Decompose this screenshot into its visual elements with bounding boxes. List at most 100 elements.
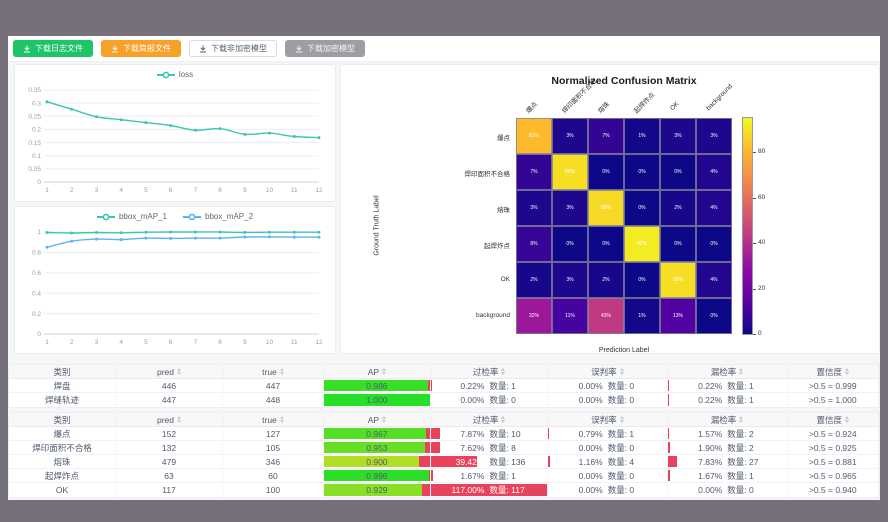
data-point bbox=[169, 237, 172, 240]
download-log-file-button[interactable]: 下载日志文件 bbox=[13, 40, 93, 57]
sort-caret-icon[interactable] bbox=[501, 368, 505, 375]
x-tick-label: 11 bbox=[291, 187, 298, 194]
x-tick-label: 2 bbox=[70, 187, 74, 194]
rate-percent: 1.67% bbox=[668, 471, 723, 481]
rate-text: 117.00%数量: 117 bbox=[431, 484, 547, 496]
sort-caret-icon[interactable] bbox=[280, 416, 284, 423]
cell-miss-rate: 1.57%数量: 2 bbox=[668, 427, 788, 440]
sort-caret-icon[interactable] bbox=[382, 368, 386, 375]
data-point bbox=[293, 135, 296, 138]
matrix-cell-value: 0% bbox=[674, 241, 681, 247]
sort-caret-icon[interactable] bbox=[739, 368, 743, 375]
sort-asc-icon bbox=[382, 368, 386, 371]
legend-item-bbox_mAP_2[interactable]: bbox_mAP_2 bbox=[183, 212, 253, 221]
matrix-cell: 89% bbox=[552, 154, 588, 190]
column-header-over-rate[interactable]: 过检率 bbox=[431, 365, 548, 378]
colorbar-tick-label: 80 bbox=[758, 148, 765, 155]
y-tick-label: 0.6 bbox=[32, 270, 41, 277]
matrix-cell: 3% bbox=[516, 190, 552, 226]
column-header-pred[interactable]: pred bbox=[116, 413, 223, 426]
rate-text: 1.67% 数量: 1 bbox=[668, 470, 787, 482]
rate-percent: 1.57% bbox=[668, 429, 723, 439]
legend-label: loss bbox=[179, 70, 193, 79]
sort-caret-icon[interactable] bbox=[845, 368, 849, 375]
rate-percent: 1.16% bbox=[548, 457, 602, 467]
loss-chart-card: loss00.050.10.150.20.250.30.351234567891… bbox=[14, 64, 336, 202]
column-header-label: AP bbox=[368, 415, 379, 425]
matrix-cell: 2% bbox=[660, 190, 696, 226]
rate-count: 数量: 0 bbox=[608, 380, 667, 392]
sort-caret-icon[interactable] bbox=[382, 416, 386, 423]
download-unencrypted-model-button[interactable]: 下载非加密模型 bbox=[189, 40, 277, 57]
column-header-confidence[interactable]: 置信度 bbox=[788, 365, 879, 378]
rate-text: 0.00%数量: 0 bbox=[548, 442, 666, 454]
rate-count: 数量: 0 bbox=[608, 442, 667, 454]
matrix-cell: 7% bbox=[588, 118, 624, 154]
colorbar-tick-mark bbox=[753, 243, 756, 244]
y-tick-label: 0.15 bbox=[28, 140, 41, 147]
sort-caret-icon[interactable] bbox=[739, 416, 743, 423]
sort-caret-icon[interactable] bbox=[280, 368, 284, 375]
cell-misjudge-rate: 0.00%数量: 0 bbox=[548, 393, 667, 407]
column-header-confidence[interactable]: 置信度 bbox=[788, 413, 879, 426]
sort-caret-icon[interactable] bbox=[620, 368, 624, 375]
sort-caret-icon[interactable] bbox=[501, 416, 505, 423]
sort-caret-icon[interactable] bbox=[177, 368, 181, 375]
column-header-over-rate[interactable]: 过检率 bbox=[431, 413, 548, 426]
toolbar: 下载日志文件下载简报文件下载非加密模型下载加密模型 bbox=[8, 36, 880, 62]
column-header-pred[interactable]: pred bbox=[116, 365, 223, 378]
legend-marker-icon bbox=[157, 71, 175, 79]
sort-caret-icon[interactable] bbox=[845, 416, 849, 423]
matrix-cell: 0% bbox=[588, 154, 624, 190]
rate-count: 数量: 1 bbox=[727, 470, 786, 482]
column-header-miss-rate[interactable]: 漏检率 bbox=[668, 365, 788, 378]
column-header-miss-rate[interactable]: 漏检率 bbox=[668, 413, 788, 426]
confidence-value: >0.5 = 1.000 bbox=[809, 395, 857, 405]
legend-label: bbox_mAP_2 bbox=[205, 212, 253, 221]
cell-over-rate: 7.87%数量: 10 bbox=[431, 427, 548, 440]
ap-label: 0.967 bbox=[366, 429, 387, 439]
legend-item-bbox_mAP_1[interactable]: bbox_mAP_1 bbox=[97, 212, 167, 221]
ap-value: 0.986 bbox=[324, 381, 430, 391]
cell-confidence: >0.5 = 0.924 bbox=[788, 427, 879, 440]
column-header-true[interactable]: true bbox=[223, 365, 324, 378]
data-point bbox=[120, 231, 123, 234]
y-tick-label: 0.25 bbox=[28, 114, 41, 121]
x-tick-label: 2 bbox=[70, 339, 74, 346]
matrix-cell-value: 0% bbox=[710, 241, 717, 247]
column-header-ap[interactable]: AP bbox=[324, 365, 431, 378]
colorbar bbox=[743, 118, 752, 334]
column-header-misjudge-rate[interactable]: 误判率 bbox=[548, 413, 667, 426]
sort-caret-icon[interactable] bbox=[177, 416, 181, 423]
column-header-label: pred bbox=[157, 415, 174, 425]
column-header-label: 类别 bbox=[53, 366, 70, 378]
cell-miss-rate: 1.90%数量: 2 bbox=[668, 441, 788, 454]
x-tick-label: 10 bbox=[266, 339, 274, 346]
sort-asc-icon bbox=[501, 368, 505, 371]
column-header-ap[interactable]: AP bbox=[324, 413, 431, 426]
legend-item-loss[interactable]: loss bbox=[157, 70, 193, 79]
rate-count: 数量: 1 bbox=[608, 428, 667, 440]
rate-percent: 0.22% bbox=[431, 381, 485, 391]
cell-category: 起焊炸点 bbox=[9, 469, 116, 482]
matrix-cell-value: 32% bbox=[529, 313, 539, 319]
matrix-cell: 43% bbox=[588, 298, 624, 334]
sort-desc-icon bbox=[620, 372, 624, 375]
matrix-col-label: background bbox=[705, 83, 734, 112]
download-encrypted-model-button[interactable]: 下载加密模型 bbox=[285, 40, 365, 57]
x-tick-label: 3 bbox=[95, 339, 99, 346]
column-header-misjudge-rate[interactable]: 误判率 bbox=[548, 365, 667, 378]
column-header-true[interactable]: true bbox=[223, 413, 324, 426]
download-report-file-button[interactable]: 下载简报文件 bbox=[101, 40, 181, 57]
matrix-cell: 2% bbox=[588, 262, 624, 298]
data-point bbox=[243, 236, 246, 239]
data-point bbox=[46, 246, 49, 249]
x-axis-label: Prediction Label bbox=[516, 347, 732, 354]
matrix-cell-value: 0% bbox=[602, 241, 609, 247]
y-tick-label: 0.3 bbox=[32, 100, 41, 107]
matrix-cell: 81% bbox=[516, 118, 552, 154]
rate-percent: 0.00% bbox=[548, 395, 602, 405]
rate-text: 1.90%数量: 2 bbox=[668, 442, 787, 454]
sort-desc-icon bbox=[280, 420, 284, 423]
sort-caret-icon[interactable] bbox=[620, 416, 624, 423]
